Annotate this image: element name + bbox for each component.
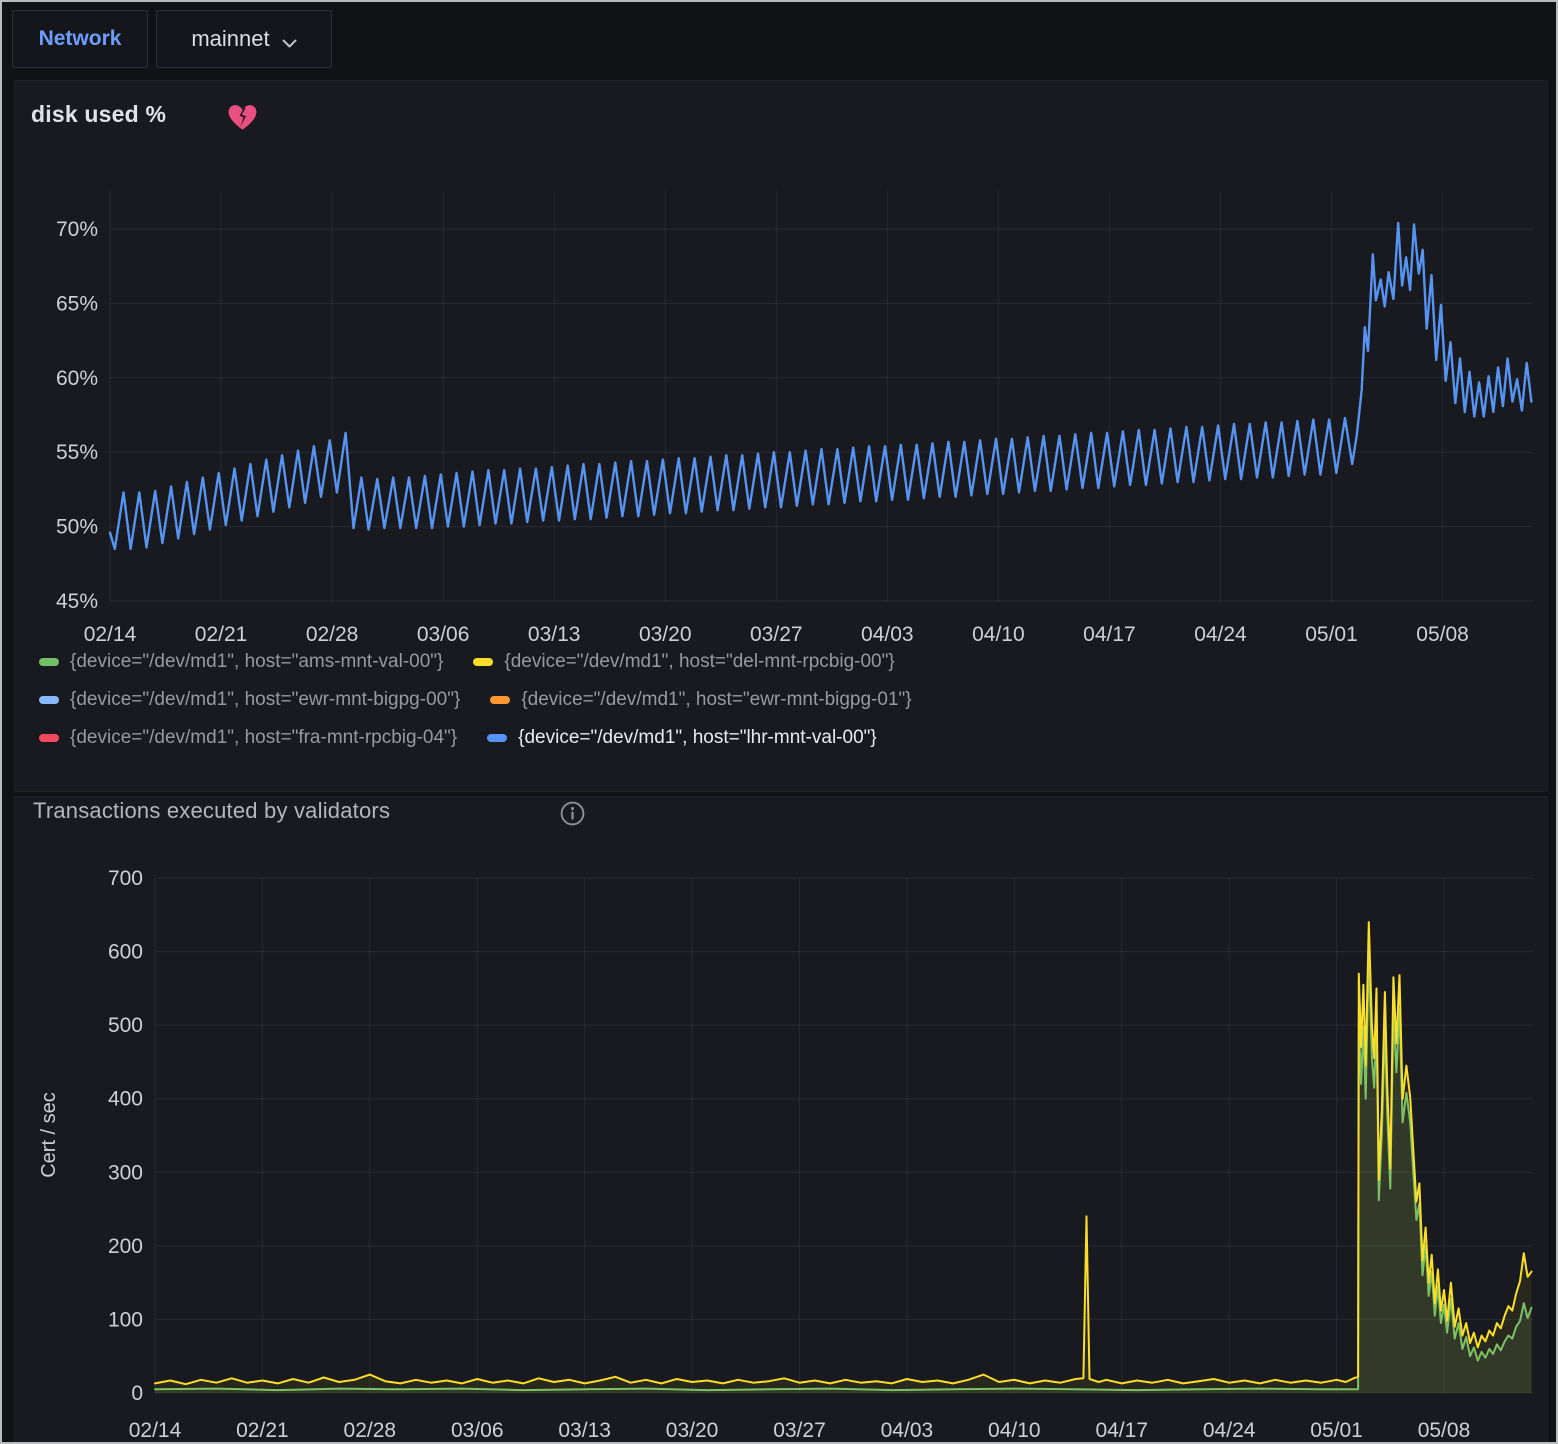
- series-swatch: [473, 658, 493, 666]
- disk-used-legend: {device="/dev/md1", host="ams-mnt-val-00…: [39, 651, 1519, 765]
- legend-item-ams-mnt-val-00[interactable]: {device="/dev/md1", host="ams-mnt-val-00…: [39, 651, 443, 673]
- svg-text:04/10: 04/10: [972, 623, 1025, 646]
- network-variable-label: Network: [12, 10, 148, 68]
- svg-text:02/14: 02/14: [129, 1419, 182, 1442]
- legend-label: {device="/dev/md1", host="ewr-mnt-bigpg-…: [70, 689, 460, 711]
- svg-text:04/10: 04/10: [988, 1419, 1041, 1442]
- svg-text:02/28: 02/28: [306, 623, 359, 646]
- svg-text:05/01: 05/01: [1305, 623, 1358, 646]
- legend-item-ewr-mnt-bigpg-01[interactable]: {device="/dev/md1", host="ewr-mnt-bigpg-…: [490, 689, 911, 711]
- svg-text:400: 400: [108, 1088, 143, 1111]
- svg-text:05/01: 05/01: [1310, 1419, 1363, 1442]
- svg-text:03/27: 03/27: [750, 623, 803, 646]
- legend-label: {device="/dev/md1", host="ewr-mnt-bigpg-…: [521, 689, 911, 711]
- network-variable-dropdown[interactable]: mainnet: [156, 10, 332, 68]
- svg-text:05/08: 05/08: [1416, 623, 1469, 646]
- series-swatch: [39, 658, 59, 666]
- chevron-down-icon: [282, 28, 297, 54]
- panel-transactions: Transactions executed by validators 02/1…: [14, 796, 1548, 1444]
- svg-text:02/21: 02/21: [195, 623, 248, 646]
- svg-text:Cert / sec: Cert / sec: [38, 1092, 60, 1178]
- svg-text:70%: 70%: [56, 218, 98, 241]
- svg-text:55%: 55%: [56, 441, 98, 464]
- svg-text:700: 700: [108, 867, 143, 890]
- series-swatch: [39, 734, 59, 742]
- legend-label: {device="/dev/md1", host="del-mnt-rpcbig…: [504, 651, 894, 673]
- svg-text:04/24: 04/24: [1194, 623, 1247, 646]
- disk-used-chart[interactable]: 02/14 02/21 02/28 03/06 03/13 03/20 03/27 04/03…: [15, 171, 1549, 653]
- svg-text:65%: 65%: [56, 292, 98, 315]
- panel-disk-used: disk used % 02/14 02/21 02/28 03/06 03/13 03/…: [14, 80, 1548, 792]
- svg-text:100: 100: [108, 1308, 143, 1331]
- svg-text:03/20: 03/20: [639, 623, 692, 646]
- svg-text:03/13: 03/13: [558, 1419, 611, 1442]
- legend-item-ewr-mnt-bigpg-00[interactable]: {device="/dev/md1", host="ewr-mnt-bigpg-…: [39, 689, 460, 711]
- svg-text:02/28: 02/28: [344, 1419, 397, 1442]
- dashboard: Network mainnet disk used % 02/1402/2102…: [0, 0, 1558, 1444]
- legend-item-del-mnt-rpcbig-00[interactable]: {device="/dev/md1", host="del-mnt-rpcbig…: [473, 651, 894, 673]
- svg-text:500: 500: [108, 1014, 143, 1037]
- svg-text:60%: 60%: [56, 367, 98, 390]
- svg-text:03/27: 03/27: [773, 1419, 826, 1442]
- network-variable-value: mainnet: [191, 26, 269, 52]
- panel-transactions-title[interactable]: Transactions executed by validators: [33, 798, 390, 824]
- legend-label: {device="/dev/md1", host="fra-mnt-rpcbig…: [70, 727, 457, 749]
- network-variable-label-text: Network: [39, 27, 122, 51]
- svg-text:04/03: 04/03: [881, 1419, 934, 1442]
- svg-text:50%: 50%: [56, 516, 98, 539]
- svg-text:02/14: 02/14: [84, 623, 137, 646]
- broken-heart-icon: [227, 103, 258, 137]
- svg-text:03/13: 03/13: [528, 623, 581, 646]
- svg-text:04/24: 04/24: [1203, 1419, 1256, 1442]
- svg-text:03/06: 03/06: [417, 623, 470, 646]
- series-swatch: [490, 696, 510, 704]
- svg-text:02/21: 02/21: [236, 1419, 289, 1442]
- svg-text:03/20: 03/20: [666, 1419, 719, 1442]
- svg-text:600: 600: [108, 941, 143, 964]
- svg-text:04/17: 04/17: [1095, 1419, 1148, 1442]
- legend-label: {device="/dev/md1", host="ams-mnt-val-00…: [70, 651, 443, 673]
- transactions-chart[interactable]: 02/14 02/21 02/28 03/06 03/13 03/20 03/27 04/03…: [15, 861, 1549, 1444]
- legend-item-fra-mnt-rpcbig-04[interactable]: {device="/dev/md1", host="fra-mnt-rpcbig…: [39, 727, 457, 749]
- info-icon[interactable]: [559, 800, 586, 832]
- svg-text:04/03: 04/03: [861, 623, 914, 646]
- svg-text:05/08: 05/08: [1418, 1419, 1471, 1442]
- panel-disk-used-title[interactable]: disk used %: [31, 101, 166, 128]
- series-swatch: [39, 696, 59, 704]
- svg-text:300: 300: [108, 1161, 143, 1184]
- legend-label: {device="/dev/md1", host="lhr-mnt-val-00…: [518, 727, 877, 749]
- svg-text:03/06: 03/06: [451, 1419, 504, 1442]
- svg-text:200: 200: [108, 1235, 143, 1258]
- legend-item-lhr-mnt-val-00[interactable]: {device="/dev/md1", host="lhr-mnt-val-00…: [487, 727, 877, 749]
- series-swatch: [487, 734, 507, 742]
- svg-text:04/17: 04/17: [1083, 623, 1136, 646]
- svg-text:0: 0: [131, 1382, 143, 1405]
- svg-text:45%: 45%: [56, 590, 98, 613]
